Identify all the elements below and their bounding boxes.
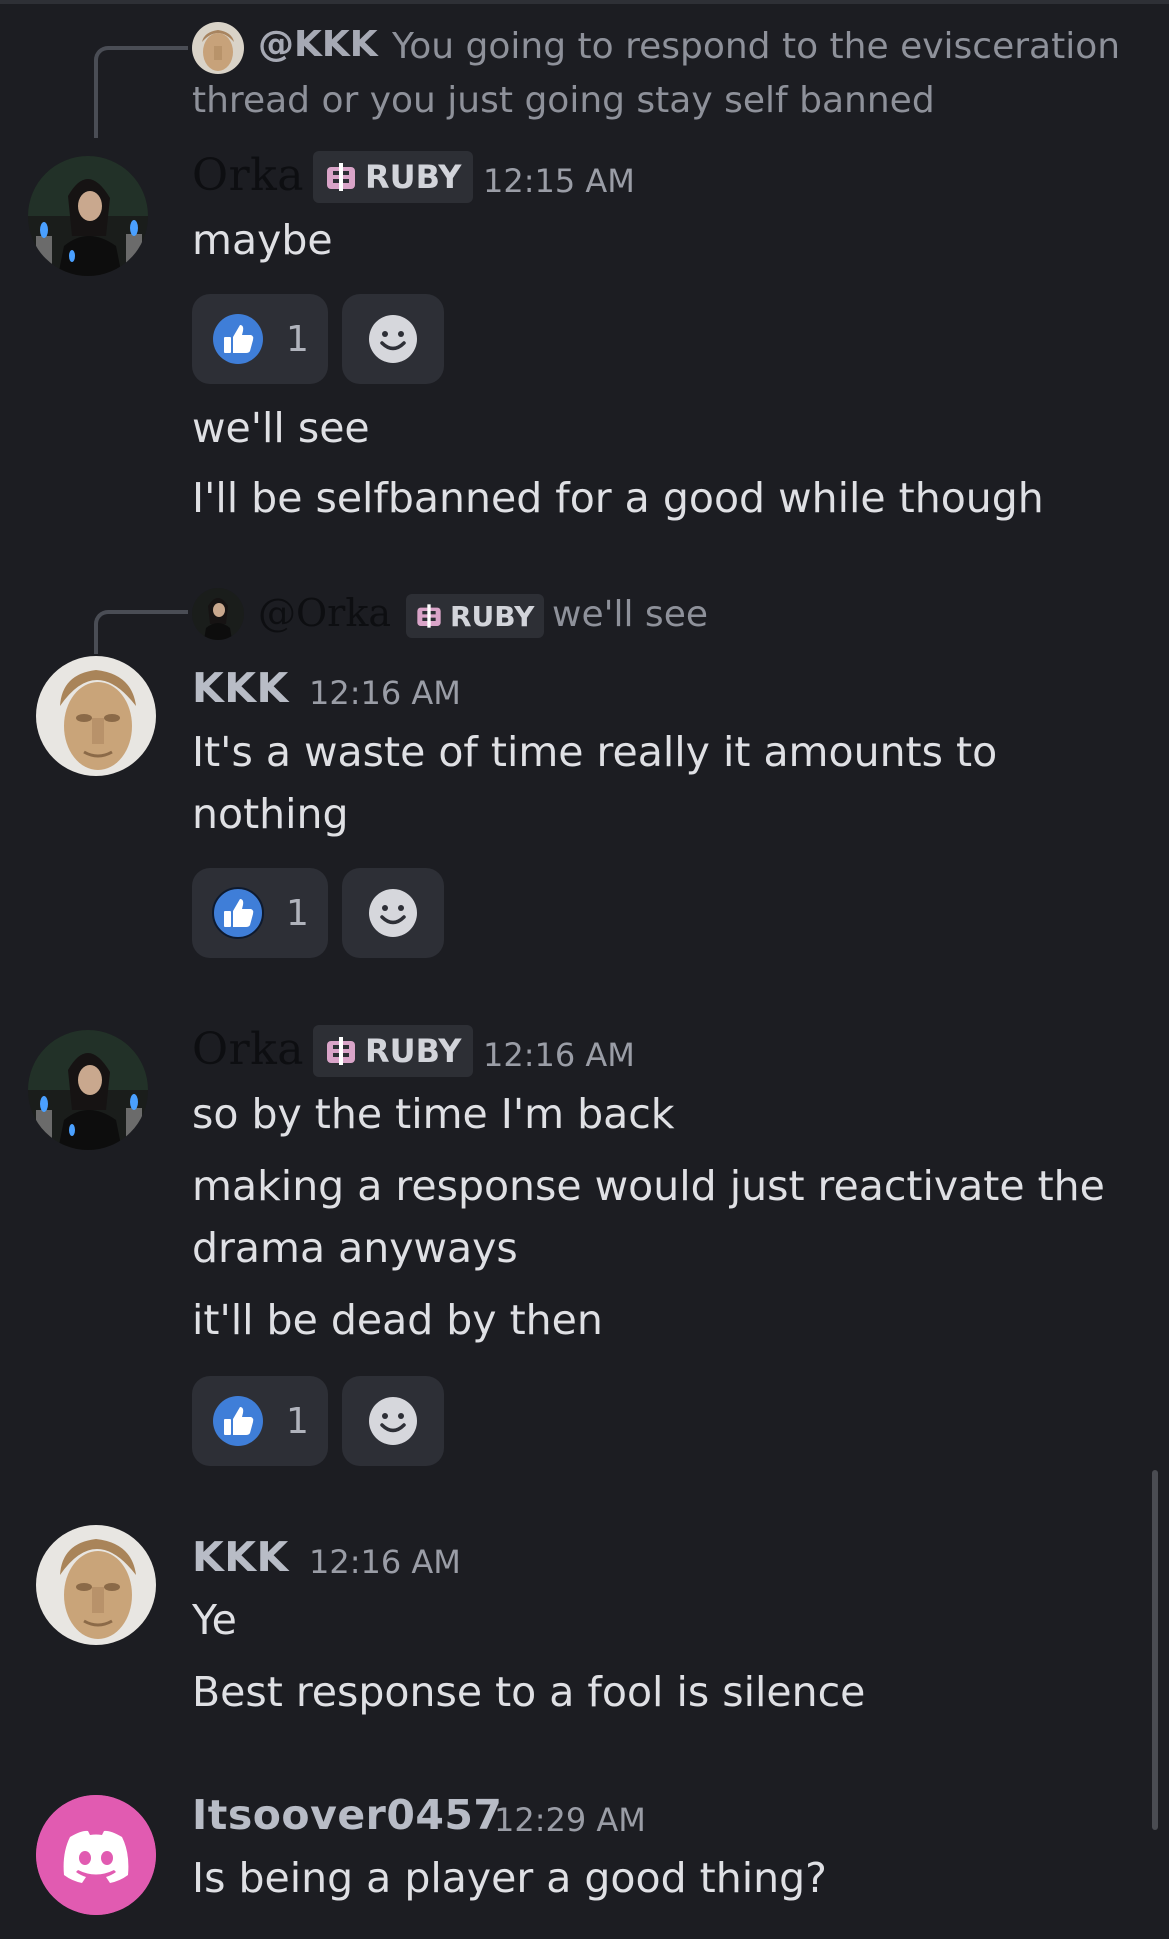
timestamp: 12:16 AM [483,1036,635,1074]
reaction-count: 1 [286,318,309,360]
timestamp: 12:15 AM [483,162,635,200]
message-text: Is being a player a good thing? [192,1854,827,1902]
timestamp: 12:16 AM [309,1543,461,1581]
message-text: nothing [192,790,349,838]
discord-logo-icon [36,1795,156,1915]
orka-avatar-icon [28,156,148,276]
add-reaction-button[interactable] [342,294,444,384]
role-icon [327,163,355,191]
author-name[interactable]: Orka [192,150,304,201]
author-name[interactable]: Itsoover0457 [192,1791,502,1839]
statue-avatar-icon [36,1525,156,1645]
role-badge[interactable]: RUBY [406,594,545,638]
role-badge[interactable]: RUBY [313,151,474,203]
reaction-thumbs-up[interactable]: 1 [192,868,328,958]
top-divider [0,0,1169,4]
reaction-thumbs-up[interactable]: 1 [192,294,328,384]
reply-preview-text-cont[interactable]: thread or you just going stay self banne… [192,80,935,121]
avatar-orka[interactable] [28,1030,148,1150]
orka-avatar-icon [192,588,244,640]
avatar-orka[interactable] [28,156,148,276]
role-badge-label: RUBY [365,158,462,196]
statue-avatar-icon [192,22,244,74]
reaction-thumbs-up[interactable]: 1 [192,1376,328,1466]
message-text: It's a waste of time really it amounts t… [192,728,998,776]
role-icon [327,1037,355,1065]
message-text: Ye [192,1596,237,1644]
reaction-count: 1 [286,1400,309,1442]
role-icon [417,604,441,628]
role-badge[interactable]: RUBY [313,1025,474,1077]
reply-connector [94,610,188,654]
author-name[interactable]: KKK [192,664,289,712]
reply-avatar-orka[interactable] [192,588,244,640]
reply-preview-text[interactable]: we'll see [552,594,708,635]
avatar-kkk[interactable] [36,656,156,776]
message-text: drama anyways [192,1224,518,1272]
message-text: I'll be selfbanned for a good while thou… [192,474,1044,522]
reply-connector [94,46,188,138]
reply-avatar-kkk[interactable] [192,22,244,74]
message-text: making a response would just reactivate … [192,1162,1105,1210]
add-reaction-icon [369,889,417,937]
avatar-itsoover0457[interactable] [36,1795,156,1915]
thumbs-up-icon [213,314,263,364]
add-reaction-button[interactable] [342,868,444,958]
message-text: maybe [192,216,333,264]
thumbs-up-icon [213,1396,263,1446]
message-text: it'll be dead by then [192,1296,603,1344]
statue-avatar-icon [36,656,156,776]
message-text: so by the time I'm back [192,1090,675,1138]
reply-preview-text[interactable]: You going to respond to the evisceration [392,26,1120,67]
chat-screen: @KKK You going to respond to the eviscer… [0,0,1169,1939]
timestamp: 12:29 AM [494,1801,646,1839]
author-name[interactable]: KKK [192,1533,289,1581]
reply-author-name[interactable]: @Orka [258,591,391,635]
add-reaction-icon [369,315,417,363]
orka-avatar-icon [28,1030,148,1150]
message-text: Best response to a fool is silence [192,1668,866,1716]
reply-author-name[interactable]: @KKK [258,24,378,65]
thumbs-up-icon [212,887,264,939]
message-text: we'll see [192,404,370,452]
avatar-kkk[interactable] [36,1525,156,1645]
timestamp: 12:16 AM [309,674,461,712]
reaction-count: 1 [286,892,309,934]
role-badge-label: RUBY [365,1032,462,1070]
scrollbar[interactable] [1152,1470,1158,1830]
author-name[interactable]: Orka [192,1024,304,1075]
add-reaction-icon [369,1397,417,1445]
add-reaction-button[interactable] [342,1376,444,1466]
role-badge-label: RUBY [450,599,535,633]
